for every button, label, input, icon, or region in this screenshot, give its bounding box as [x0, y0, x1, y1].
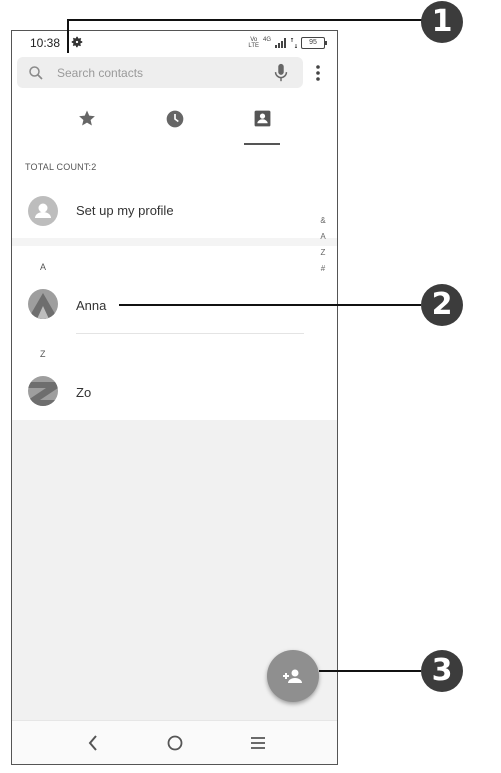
callout-leader-2 — [119, 304, 421, 306]
section-divider — [12, 238, 337, 246]
navigation-bar — [12, 720, 337, 764]
more-options-icon[interactable] — [313, 64, 323, 82]
search-bar[interactable]: Search contacts — [17, 57, 303, 88]
index-item[interactable]: A — [316, 229, 330, 245]
avatar-image — [28, 382, 58, 406]
contact-row[interactable]: Anna — [12, 284, 337, 328]
back-icon[interactable] — [84, 733, 104, 753]
add-contact-button[interactable] — [267, 650, 319, 702]
total-count: TOTAL COUNT:2 — [25, 162, 97, 172]
microphone-icon[interactable] — [273, 63, 289, 83]
battery-level: 95 — [309, 39, 317, 46]
gear-icon — [71, 36, 83, 48]
profile-row[interactable]: Set up my profile — [12, 189, 337, 235]
callout-leader-1 — [67, 19, 422, 21]
tab-contacts[interactable] — [247, 109, 277, 135]
contact-card-icon — [254, 110, 270, 127]
signal-icon — [275, 38, 286, 48]
tab-recents[interactable] — [160, 109, 190, 135]
network-type: 4G — [262, 37, 271, 43]
callout-badge-2: 2 — [421, 284, 463, 326]
selected-tab-indicator — [244, 143, 280, 145]
profile-avatar — [28, 196, 58, 226]
star-icon — [79, 110, 95, 126]
contact-avatar — [28, 376, 58, 406]
clock-icon — [166, 110, 184, 128]
callout-leader-1 — [67, 19, 69, 53]
contact-avatar — [28, 289, 58, 319]
index-item[interactable]: & — [316, 213, 330, 229]
person-icon — [35, 203, 51, 218]
index-item[interactable]: # — [316, 261, 330, 277]
contact-name: Zo — [76, 385, 92, 400]
callout-badge-3: 3 — [421, 650, 463, 692]
contact-row[interactable]: Zo — [12, 371, 337, 415]
status-bar: 10:38 Vo LTE 4G 95 — [12, 31, 337, 55]
tab-bar — [12, 103, 337, 149]
tab-favorites[interactable] — [72, 109, 102, 135]
volte-indicator: Vo LTE — [248, 37, 259, 49]
contact-name: Anna — [76, 298, 107, 313]
recents-menu-icon[interactable] — [248, 733, 268, 753]
callout-badge-1: 1 — [421, 1, 463, 43]
avatar-image — [28, 293, 58, 319]
alphabet-index[interactable]: & A Z # — [316, 213, 330, 277]
index-item[interactable]: Z — [316, 245, 330, 261]
phone-screen: 10:38 Vo LTE 4G 95 Search contacts TOTAL… — [11, 30, 338, 765]
search-input[interactable]: Search contacts — [57, 66, 273, 80]
home-icon[interactable] — [165, 733, 185, 753]
search-icon — [29, 65, 43, 80]
add-person-icon — [283, 669, 302, 683]
list-separator — [76, 333, 304, 334]
callout-leader-3 — [319, 670, 421, 672]
profile-label: Set up my profile — [76, 203, 174, 218]
data-arrows-icon — [291, 38, 297, 48]
battery-icon: 95 — [301, 37, 327, 49]
status-time: 10:38 — [30, 36, 61, 50]
section-header-a: A — [40, 262, 47, 272]
section-header-z: Z — [40, 349, 46, 359]
status-indicators: Vo LTE 4G 95 — [248, 35, 327, 51]
